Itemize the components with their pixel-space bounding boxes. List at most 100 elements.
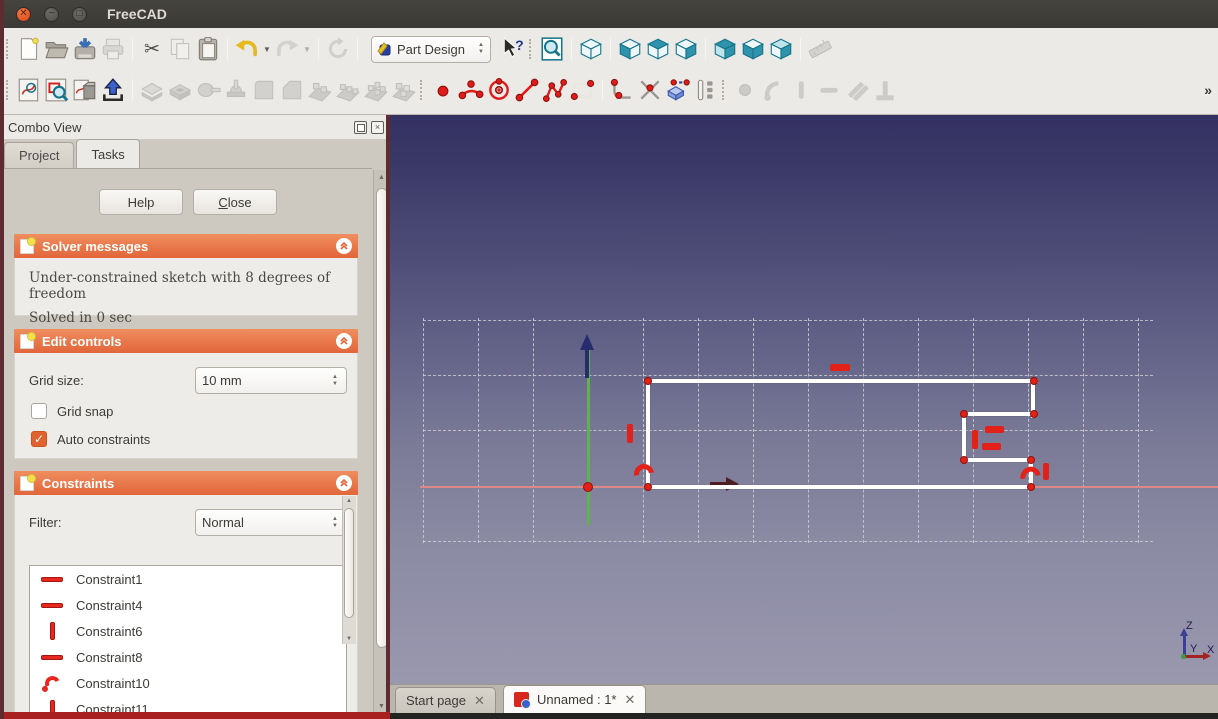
sketch-vertex[interactable] — [960, 456, 968, 464]
tab-unnamed-document[interactable]: Unnamed : 1* ✕ — [503, 685, 647, 713]
toolbar-handle[interactable] — [420, 80, 424, 100]
tab-project[interactable]: Project — [4, 142, 75, 168]
external-geometry-icon[interactable] — [664, 76, 692, 104]
constraint-list-item[interactable]: Constraint10 — [30, 670, 346, 696]
constraint-list-scrollbar[interactable]: ▲ ▼ — [342, 496, 356, 644]
toolbar-overflow-icon[interactable]: » — [1204, 82, 1212, 98]
constraint-list-item[interactable]: Constraint1 — [30, 566, 346, 592]
collapse-icon[interactable] — [336, 475, 352, 491]
groove-icon[interactable] — [222, 76, 250, 104]
create-polyline-icon[interactable] — [541, 76, 569, 104]
trim-edge-icon[interactable] — [636, 76, 664, 104]
fillet-feature-icon[interactable] — [250, 76, 278, 104]
constrain-vertical-icon[interactable] — [787, 76, 815, 104]
sketch-edge[interactable] — [962, 458, 1033, 462]
constrain-perpendicular-icon[interactable] — [871, 76, 899, 104]
constraint-list-item[interactable]: Constraint4 — [30, 592, 346, 618]
help-button[interactable]: Help — [99, 189, 183, 215]
3d-viewport[interactable]: Z Y X — [390, 115, 1218, 684]
toolbar-handle[interactable] — [722, 80, 726, 100]
view-left-icon[interactable] — [767, 35, 795, 63]
new-sketch-icon[interactable] — [15, 76, 43, 104]
view-axonometric-icon[interactable] — [577, 35, 605, 63]
undo-dropdown-icon[interactable]: ▼ — [261, 35, 273, 63]
grid-size-spinner-icon[interactable]: ▲ ▼ — [332, 374, 338, 387]
view-front-icon[interactable] — [616, 35, 644, 63]
workbench-selector[interactable]: Part Design ▲ ▼ — [371, 35, 491, 63]
refresh-icon[interactable] — [324, 35, 352, 63]
sketch-vertex[interactable] — [960, 410, 968, 418]
constraint-scrollbar-thumb[interactable] — [344, 508, 354, 618]
constraint-list-item[interactable]: Constraint6 — [30, 618, 346, 644]
create-arc-icon[interactable] — [457, 76, 485, 104]
sketch-vertex[interactable] — [1027, 456, 1035, 464]
collapse-icon[interactable] — [336, 333, 352, 349]
revolution-icon[interactable] — [194, 76, 222, 104]
copy-icon[interactable] — [166, 35, 194, 63]
view-bottom-icon[interactable] — [739, 35, 767, 63]
redo-dropdown-icon[interactable]: ▼ — [301, 35, 313, 63]
leave-sketch-icon[interactable] — [99, 76, 127, 104]
constraints-header[interactable]: Constraints — [14, 471, 358, 495]
cut-icon[interactable]: ✂ — [138, 35, 166, 63]
construction-mode-icon[interactable] — [692, 76, 720, 104]
sketch-vertex[interactable] — [644, 377, 652, 385]
polar-pattern-icon[interactable] — [362, 76, 390, 104]
sketch-vertex[interactable] — [1030, 377, 1038, 385]
redo-icon[interactable] — [273, 35, 301, 63]
toolbar-handle[interactable] — [529, 39, 533, 59]
edit-sketch-icon[interactable] — [43, 76, 71, 104]
sketch-edge[interactable] — [962, 412, 966, 462]
sketch-edge[interactable] — [962, 412, 1036, 416]
save-document-icon[interactable] — [71, 35, 99, 63]
sketch-origin-point[interactable] — [583, 482, 593, 492]
workbench-spinner-icon[interactable]: ▲ ▼ — [478, 42, 484, 55]
dock-close-icon[interactable]: × — [371, 120, 384, 134]
dock-float-icon[interactable] — [354, 120, 367, 134]
close-button[interactable]: Close — [193, 189, 277, 215]
create-fillet-icon[interactable] — [608, 76, 636, 104]
grid-snap-checkbox[interactable] — [31, 403, 47, 419]
sketch-vertex[interactable] — [1030, 410, 1038, 418]
create-rectangle-icon[interactable] — [569, 76, 597, 104]
filter-spinner-icon[interactable]: ▲ ▼ — [332, 516, 338, 529]
open-document-icon[interactable] — [43, 35, 71, 63]
auto-constraints-checkbox[interactable]: ✓ — [31, 431, 47, 447]
view-rear-icon[interactable] — [711, 35, 739, 63]
create-circle-icon[interactable] — [485, 76, 513, 104]
constrain-parallel-icon[interactable] — [843, 76, 871, 104]
panel-splitter[interactable] — [386, 115, 390, 719]
constrain-point-on-object-icon[interactable] — [759, 76, 787, 104]
tab-close-icon[interactable]: ✕ — [625, 692, 636, 708]
constraint-list-item[interactable]: Constraint8 — [30, 644, 346, 670]
undo-icon[interactable] — [233, 35, 261, 63]
paste-icon[interactable] — [194, 35, 222, 63]
window-close-button[interactable]: ✕ — [16, 6, 31, 22]
tab-close-icon[interactable]: ✕ — [474, 693, 485, 709]
combo-view-titlebar[interactable]: Combo View × — [0, 115, 390, 139]
new-document-icon[interactable] — [15, 35, 43, 63]
sketch-edge[interactable] — [646, 379, 1038, 383]
pad-icon[interactable] — [138, 76, 166, 104]
tab-start-page[interactable]: Start page ✕ — [395, 687, 496, 713]
map-sketch-icon[interactable] — [71, 76, 99, 104]
fit-all-icon[interactable] — [538, 35, 566, 63]
multitransform-icon[interactable] — [390, 76, 418, 104]
window-maximize-button[interactable]: □ — [72, 6, 87, 22]
pocket-icon[interactable] — [166, 76, 194, 104]
chamfer-icon[interactable] — [278, 76, 306, 104]
whats-this-icon[interactable]: ? — [499, 35, 527, 63]
tab-tasks[interactable]: Tasks — [76, 139, 140, 168]
view-top-icon[interactable] — [644, 35, 672, 63]
print-icon[interactable] — [99, 35, 127, 63]
toolbar-handle[interactable] — [6, 80, 10, 100]
linear-pattern-icon[interactable] — [334, 76, 362, 104]
view-right-icon[interactable] — [672, 35, 700, 63]
mirrored-icon[interactable] — [306, 76, 334, 104]
constrain-horizontal-icon[interactable] — [815, 76, 843, 104]
grid-size-combobox[interactable]: 10 mm ▲ ▼ — [195, 367, 347, 394]
collapse-icon[interactable] — [336, 238, 352, 254]
constrain-coincident-icon[interactable] — [731, 76, 759, 104]
create-point-icon[interactable] — [429, 76, 457, 104]
create-line-icon[interactable] — [513, 76, 541, 104]
